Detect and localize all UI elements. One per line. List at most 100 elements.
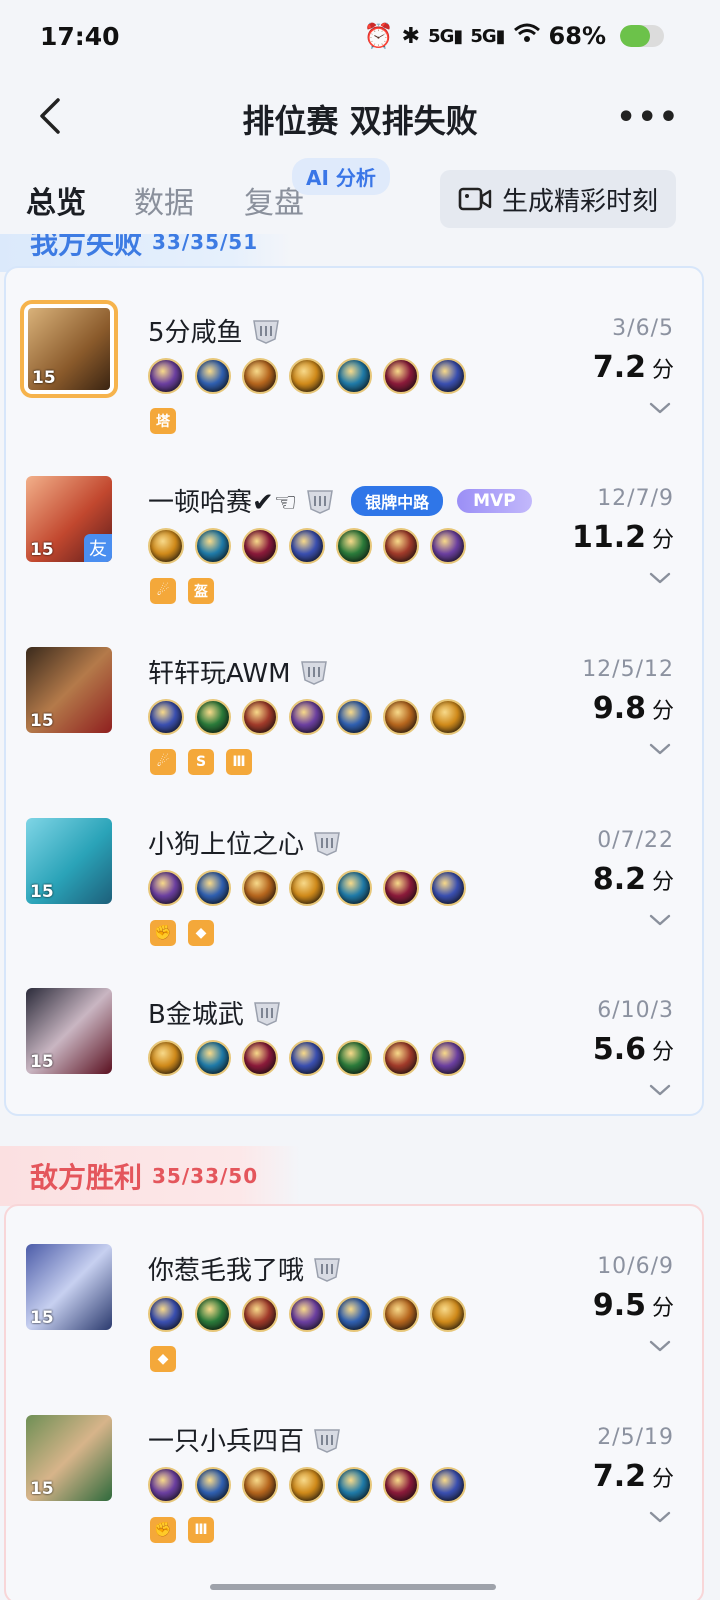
rank-icon (252, 319, 279, 344)
enemy-team-result: 敌方胜利 (30, 1161, 143, 1194)
player-score: 8.2 分 (592, 862, 674, 897)
equipment-item-icon (430, 1467, 466, 1503)
honor-badges: ◆ (150, 1346, 176, 1372)
rank-icon (314, 1257, 340, 1282)
hero-avatar[interactable]: 15 (26, 1415, 112, 1501)
honor-badges: 塔 (150, 408, 176, 434)
player-row[interactable]: 15 5分咸鱼塔 3/6/5 7.2 分 (0, 300, 700, 476)
player-kda: 12/5/12 (582, 657, 674, 682)
tab-bar: 总览 数据 复盘 AI 分析 生成精彩时刻 (0, 158, 720, 234)
equipment-item-icon (242, 1296, 278, 1332)
tab-data[interactable]: 数据 (134, 178, 194, 222)
player-name-line: 你惹毛我了哦 (148, 1250, 342, 1287)
player-row[interactable]: 15 一只小兵四百 ✊ Ⅲ 2/5/19 7.2 分 (0, 1415, 700, 1585)
equipment-item-icon (148, 1467, 184, 1503)
honor-badge-icon: ☄ (150, 578, 176, 604)
status-icons: ⏰ ✱ 5G▮ 5G▮ 68% (364, 22, 664, 50)
player-row[interactable]: 15 B金城武 6/10/3 5.6 分 (0, 988, 700, 1158)
battery-percent: 68% (548, 22, 606, 50)
honor-badges: ✊ Ⅲ (150, 1517, 214, 1543)
player-row[interactable]: 15 你惹毛我了哦 ◆ 10/6/9 9.5 分 (0, 1244, 700, 1414)
hero-level: 15 (30, 711, 54, 731)
player-name-line: 小狗上位之心 (148, 824, 342, 861)
player-name-line: 5分咸鱼 (148, 312, 281, 349)
player-kda: 10/6/9 (597, 1254, 674, 1279)
equipment-item-icon (242, 1040, 278, 1076)
honor-badge-icon: ✊ (150, 920, 176, 946)
rank-icon (253, 1001, 280, 1026)
equipment-item-icon (336, 358, 372, 394)
equipment-item-icon (148, 358, 184, 394)
hero-level: 15 (30, 1479, 54, 1499)
equipment-list (148, 1296, 466, 1332)
player-row[interactable]: 15 轩轩玩AWM ☄ S Ⅲ 12/5/12 9.8 分 (0, 647, 700, 817)
role-badge: 银牌中路 (351, 485, 444, 516)
chevron-down-icon[interactable] (648, 1082, 672, 1098)
player-score: 5.6 分 (592, 1032, 674, 1067)
equipment-item-icon (383, 1467, 419, 1503)
chevron-down-icon[interactable] (648, 1338, 672, 1354)
player-score: 9.5 分 (592, 1288, 674, 1323)
equipment-item-icon (148, 1040, 184, 1076)
equipment-item-icon (242, 699, 278, 735)
hero-level: 15 (30, 1052, 54, 1072)
hero-avatar[interactable]: 15 (26, 647, 112, 733)
equipment-item-icon (289, 870, 325, 906)
equipment-item-icon (430, 1296, 466, 1332)
more-options-button[interactable]: ••• (616, 100, 680, 135)
hero-avatar[interactable]: 15 (26, 1244, 112, 1330)
tab-overview[interactable]: 总览 (26, 178, 86, 222)
status-time: 17:40 (40, 22, 120, 51)
hero-avatar[interactable]: 15 友 (26, 476, 112, 562)
ai-analysis-badge[interactable]: AI 分析 (292, 158, 390, 195)
equipment-item-icon (383, 528, 419, 564)
hero-avatar[interactable]: 15 (26, 988, 112, 1074)
equipment-list (148, 358, 466, 394)
player-kda: 0/7/22 (597, 828, 674, 853)
honor-badge-icon: Ⅲ (226, 749, 252, 775)
player-row[interactable]: 15 友一顿哈赛✔☜ 银牌中路 MVP ☄ 盔 12/7/9 11.2 分 (0, 476, 700, 646)
hero-level: 15 (30, 1308, 54, 1328)
equipment-item-icon (336, 1467, 372, 1503)
signal-1-icon: 5G▮ (428, 25, 463, 47)
player-name-line: B金城武 (148, 994, 282, 1031)
player-name: 你惹毛我了哦 (148, 1256, 305, 1286)
alarm-icon: ⏰ (363, 22, 394, 50)
chevron-down-icon[interactable] (648, 570, 672, 586)
chevron-down-icon[interactable] (648, 741, 672, 757)
player-name: B金城武 (148, 1000, 244, 1030)
hero-avatar[interactable]: 15 (20, 300, 118, 398)
equipment-item-icon (148, 1296, 184, 1332)
equipment-item-icon (336, 699, 372, 735)
chevron-down-icon[interactable] (648, 1509, 672, 1525)
honor-badge-icon: ◆ (150, 1346, 176, 1372)
player-name: 轩轩玩AWM (148, 659, 291, 689)
player-name: 小狗上位之心 (148, 830, 305, 860)
chevron-down-icon[interactable] (648, 400, 672, 416)
rank-icon (307, 489, 333, 514)
equipment-item-icon (336, 870, 372, 906)
hero-avatar[interactable]: 15 (26, 818, 112, 904)
honor-badges: ✊ ◆ (150, 920, 214, 946)
home-indicator (210, 1584, 496, 1590)
honor-badge-icon: ☄ (150, 749, 176, 775)
equipment-item-icon (383, 699, 419, 735)
equipment-list (148, 1040, 466, 1076)
honor-badge-icon: Ⅲ (188, 1517, 214, 1543)
generate-highlights-button[interactable]: 生成精彩时刻 (440, 170, 676, 228)
equipment-list (148, 528, 466, 564)
player-kda: 12/7/9 (597, 486, 674, 511)
player-row[interactable]: 15 小狗上位之心 ✊ ◆ 0/7/22 8.2 分 (0, 818, 700, 988)
equipment-item-icon (383, 358, 419, 394)
header: 排位赛 双排失败 ••• (0, 76, 720, 156)
equipment-list (148, 1467, 466, 1503)
honor-badge-icon: 塔 (150, 408, 176, 434)
player-name-line: 一顿哈赛✔☜ 银牌中路 MVP (148, 482, 532, 519)
signal-2-icon: 5G▮ (470, 25, 505, 47)
player-score: 11.2 分 (571, 520, 674, 555)
wifi-icon (513, 22, 541, 50)
chevron-down-icon[interactable] (648, 912, 672, 928)
equipment-item-icon (195, 1296, 231, 1332)
hero-level: 15 (30, 540, 54, 560)
hero-level: 15 (32, 368, 56, 388)
